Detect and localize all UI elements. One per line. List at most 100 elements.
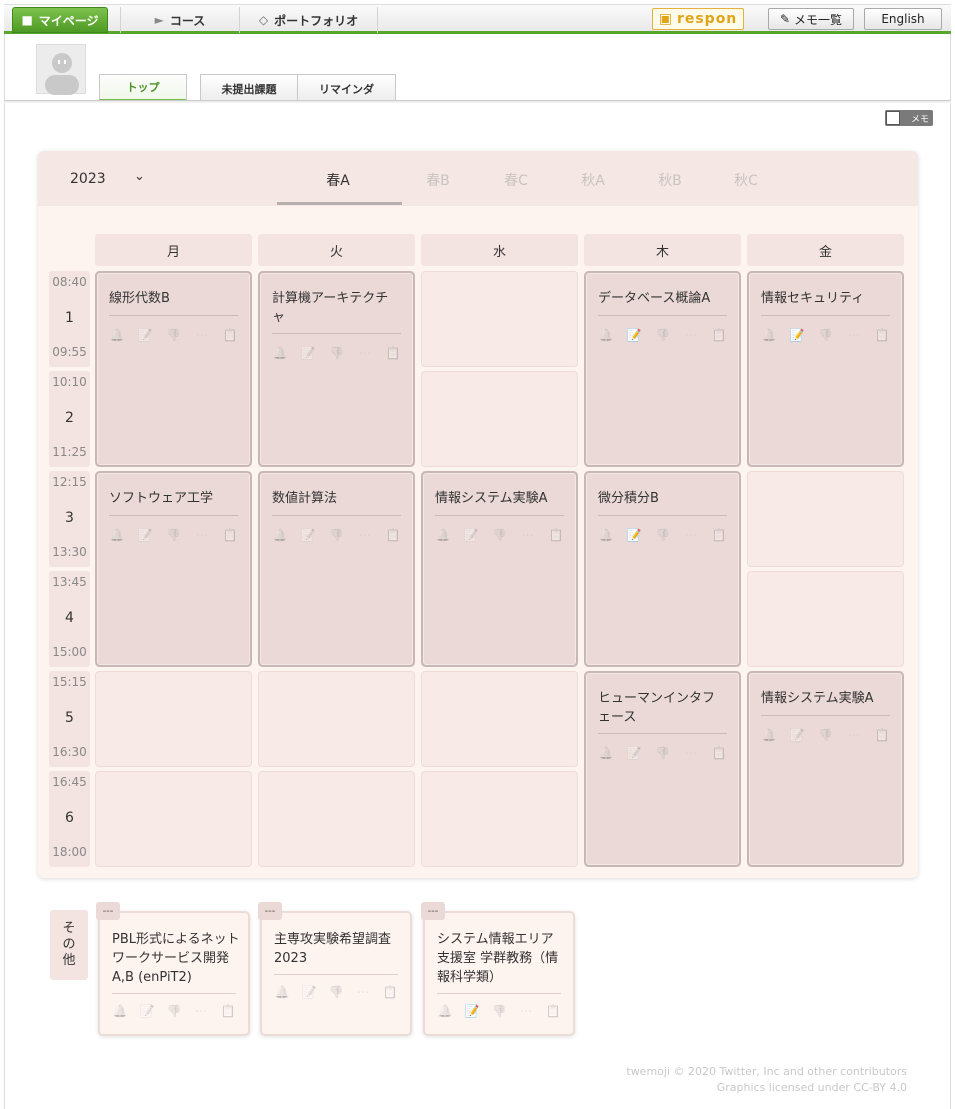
term-tab[interactable]: 春B (408, 170, 468, 190)
memo-icon[interactable]: 📝 (301, 984, 317, 1000)
course-card[interactable]: 微分積分B 🔔 📝 👎 ⋯ 📋 (584, 471, 741, 667)
memo-icon[interactable]: 📝 (626, 745, 642, 761)
memo-icon[interactable]: 📝 (626, 327, 642, 343)
language-button[interactable]: English (864, 8, 942, 30)
other-course-card[interactable]: --- PBL形式によるネットワークサービス開発A,B (enPiT2) 🔔 📝 👎 ⋯ 📋 (96, 902, 250, 1036)
bell-icon[interactable]: 🔔 (761, 327, 777, 343)
course-card[interactable]: ヒューマンインタフェース 🔔 📝 👎 ⋯ 📋 (584, 671, 741, 867)
more-icon[interactable]: ⋯ (846, 327, 862, 343)
nav-tab-course[interactable]: ► コース (120, 7, 240, 33)
memo-icon[interactable]: 📝 (300, 527, 316, 543)
clipboard-icon[interactable]: 📋 (222, 327, 238, 343)
memo-icon[interactable]: 📝 (789, 727, 805, 743)
bell-icon[interactable]: 🔔 (437, 1003, 453, 1019)
more-icon[interactable]: ⋯ (518, 1003, 534, 1019)
year-select[interactable]: 2023 (70, 171, 106, 187)
clipboard-icon[interactable]: 📋 (711, 745, 727, 761)
more-icon[interactable]: ⋯ (683, 527, 699, 543)
thumbs-down-icon[interactable]: 👎 (491, 1003, 507, 1019)
clipboard-icon[interactable]: 📋 (711, 327, 727, 343)
bell-icon[interactable]: 🔔 (598, 527, 614, 543)
thumbs-down-icon[interactable]: 👎 (328, 984, 344, 1000)
bell-icon[interactable]: 🔔 (274, 984, 290, 1000)
clipboard-icon[interactable]: 📋 (711, 527, 727, 543)
empty-slot[interactable] (421, 271, 578, 367)
bell-icon[interactable]: 🔔 (109, 527, 125, 543)
thumbs-down-icon[interactable]: 👎 (818, 727, 834, 743)
empty-slot[interactable] (95, 771, 252, 867)
clipboard-icon[interactable]: 📋 (385, 527, 401, 543)
term-tab[interactable]: 春C (486, 170, 546, 190)
chevron-down-icon[interactable]: ⌄ (134, 169, 145, 184)
bell-icon[interactable]: 🔔 (761, 727, 777, 743)
thumbs-down-icon[interactable]: 👎 (818, 327, 834, 343)
course-card[interactable]: 数値計算法 🔔 📝 👎 ⋯ 📋 (258, 471, 415, 667)
bell-icon[interactable]: 🔔 (109, 327, 125, 343)
term-tab[interactable]: 秋C (716, 170, 776, 190)
thumbs-down-icon[interactable]: 👎 (166, 1003, 182, 1019)
memo-button[interactable]: メモ (885, 110, 933, 126)
clipboard-icon[interactable]: 📋 (220, 1003, 236, 1019)
respon-button[interactable]: ▣ respon (652, 8, 744, 30)
memo-icon[interactable]: 📝 (626, 527, 642, 543)
thumbs-down-icon[interactable]: 👎 (166, 527, 182, 543)
memo-list-button[interactable]: ✎ メモ一覧 (768, 8, 854, 30)
course-card[interactable]: 情報セキュリティ 🔔 📝 👎 ⋯ 📋 (747, 271, 904, 467)
more-icon[interactable]: ⋯ (194, 527, 210, 543)
bell-icon[interactable]: 🔔 (272, 345, 288, 361)
memo-icon[interactable]: 📝 (463, 527, 479, 543)
memo-icon[interactable]: 📝 (137, 327, 153, 343)
course-card[interactable]: ソフトウェア工学 🔔 📝 👎 ⋯ 📋 (95, 471, 252, 667)
course-card[interactable]: 線形代数B 🔔 📝 👎 ⋯ 📋 (95, 271, 252, 467)
other-course-card[interactable]: --- システム情報エリア支援室 学群教務（情報科学類） 🔔 📝 👎 ⋯ 📋 (421, 902, 575, 1036)
tab-top[interactable]: トップ (99, 74, 187, 102)
empty-slot[interactable] (421, 371, 578, 467)
more-icon[interactable]: ⋯ (194, 327, 210, 343)
bell-icon[interactable]: 🔔 (598, 327, 614, 343)
clipboard-icon[interactable]: 📋 (874, 327, 890, 343)
clipboard-icon[interactable]: 📋 (222, 527, 238, 543)
bell-icon[interactable]: 🔔 (112, 1003, 128, 1019)
more-icon[interactable]: ⋯ (683, 745, 699, 761)
tab-reminder[interactable]: リマインダ (297, 74, 396, 102)
thumbs-down-icon[interactable]: 👎 (655, 527, 671, 543)
more-icon[interactable]: ⋯ (357, 345, 373, 361)
more-icon[interactable]: ⋯ (193, 1003, 209, 1019)
empty-slot[interactable] (421, 671, 578, 767)
nav-tab-mypage[interactable]: ■ マイページ (12, 7, 108, 33)
more-icon[interactable]: ⋯ (355, 984, 371, 1000)
term-tab[interactable]: 秋B (640, 170, 700, 190)
memo-icon[interactable]: 📝 (139, 1003, 155, 1019)
more-icon[interactable]: ⋯ (683, 327, 699, 343)
empty-slot[interactable] (747, 471, 904, 567)
clipboard-icon[interactable]: 📋 (545, 1003, 561, 1019)
nav-tab-portfolio[interactable]: ◇ ポートフォリオ (240, 7, 378, 33)
thumbs-down-icon[interactable]: 👎 (329, 527, 345, 543)
thumbs-down-icon[interactable]: 👎 (655, 745, 671, 761)
thumbs-down-icon[interactable]: 👎 (655, 327, 671, 343)
course-card[interactable]: 計算機アーキテクチャ 🔔 📝 👎 ⋯ 📋 (258, 271, 415, 467)
memo-icon[interactable]: 📝 (789, 327, 805, 343)
empty-slot[interactable] (258, 771, 415, 867)
thumbs-down-icon[interactable]: 👎 (329, 345, 345, 361)
bell-icon[interactable]: 🔔 (272, 527, 288, 543)
memo-icon[interactable]: 📝 (300, 345, 316, 361)
clipboard-icon[interactable]: 📋 (382, 984, 398, 1000)
other-course-card[interactable]: --- 主専攻実験希望調査2023 🔔 📝 👎 ⋯ 📋 (258, 902, 412, 1036)
clipboard-icon[interactable]: 📋 (385, 345, 401, 361)
more-icon[interactable]: ⋯ (520, 527, 536, 543)
course-card[interactable]: 情報システム実験A 🔔 📝 👎 ⋯ 📋 (421, 471, 578, 667)
bell-icon[interactable]: 🔔 (435, 527, 451, 543)
more-icon[interactable]: ⋯ (357, 527, 373, 543)
course-card[interactable]: データベース概論A 🔔 📝 👎 ⋯ 📋 (584, 271, 741, 467)
tab-unsubmitted[interactable]: 未提出課題 (200, 74, 298, 102)
empty-slot[interactable] (258, 671, 415, 767)
term-tab[interactable]: 秋A (563, 170, 623, 190)
empty-slot[interactable] (421, 771, 578, 867)
thumbs-down-icon[interactable]: 👎 (492, 527, 508, 543)
clipboard-icon[interactable]: 📋 (874, 727, 890, 743)
empty-slot[interactable] (95, 671, 252, 767)
thumbs-down-icon[interactable]: 👎 (166, 327, 182, 343)
more-icon[interactable]: ⋯ (846, 727, 862, 743)
term-tab[interactable]: 春A (308, 170, 368, 190)
